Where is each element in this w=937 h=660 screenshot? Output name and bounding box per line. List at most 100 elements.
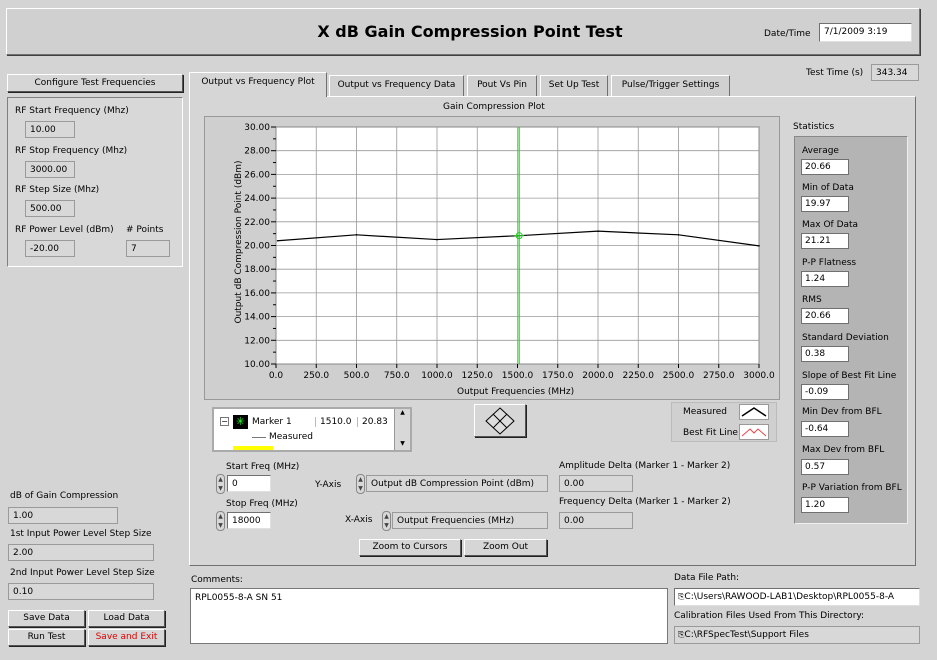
test-time-value: 343.34 — [871, 64, 919, 81]
stat-value-average: 20.66 — [801, 159, 849, 175]
y-tick-label: 12.00 — [244, 336, 270, 346]
data-file-path-field[interactable]: ⎘C:\Users\RAWOOD-LAB1\Desktop\RPL0055-8-… — [674, 588, 920, 606]
stat-label-rms: RMS — [802, 295, 822, 305]
save-data-button[interactable]: Save Data — [8, 610, 85, 627]
gain-compression-chart: 0.0 250.0 500.0 750.0 1000.0 1250.0 1500.0 1750… — [244, 123, 775, 381]
stat-label-max: Max Of Data — [802, 220, 859, 230]
y-tick-label: 22.00 — [244, 218, 270, 228]
db-compression-label: dB of Gain Compression — [10, 491, 119, 501]
cursor-legend: − ✳ Marker 1 1510.0 20.83 Measured — [212, 407, 412, 452]
page-title: X dB Gain Compression Point Test — [317, 22, 623, 41]
tab-set-up-test[interactable]: Set Up Test — [540, 75, 608, 96]
data-file-path-value: C:\Users\RAWOOD-LAB1\Desktop\RPL0055-8-A — [684, 592, 895, 602]
data-point — [276, 239, 279, 242]
x-axis-select[interactable]: Output Frequencies (MHz) — [392, 512, 548, 529]
marker2-row[interactable] — [233, 446, 273, 450]
load-data-button[interactable]: Load Data — [88, 610, 165, 627]
data-point — [597, 230, 599, 232]
x-tick-label: 2750.0 — [703, 371, 735, 381]
y-tick-label: 28.00 — [244, 147, 270, 157]
stop-freq-field[interactable]: 18000 — [227, 512, 271, 529]
stat-label-min-dev: Min Dev from BFL — [802, 407, 882, 417]
step2-label: 2nd Input Power Level Step Size — [10, 568, 155, 578]
step1-field[interactable]: 2.00 — [8, 544, 154, 561]
y-axis-select-label: Y-Axis — [315, 480, 342, 490]
stat-label-min: Min of Data — [802, 183, 854, 193]
rf-step-label: RF Step Size (Mhz) — [15, 185, 100, 195]
marker-cursor-icon: ✳ — [233, 415, 248, 429]
step2-field[interactable]: 0.10 — [8, 583, 154, 600]
rf-power-field[interactable]: -20.00 — [25, 240, 75, 257]
stat-label-slope: Slope of Best Fit Line — [802, 371, 897, 381]
y-axis-select[interactable]: Output dB Compression Point (dBm) — [366, 475, 548, 492]
x-tick-label: 500.0 — [344, 371, 370, 381]
stat-value-std-dev: 0.38 — [801, 346, 849, 362]
points-label: # Points — [126, 225, 164, 235]
start-freq-field[interactable]: 0 — [227, 475, 271, 492]
marker-sub-label: Measured — [269, 432, 313, 442]
calibration-path-value: C:\RFSpecTest\Support Files — [684, 630, 809, 640]
y-tick-label: 10.00 — [244, 360, 270, 370]
collapse-icon[interactable]: − — [220, 417, 229, 426]
data-point — [436, 238, 438, 241]
stat-value-slope: -0.09 — [801, 384, 849, 400]
scroll-up-icon[interactable]: ▲ — [395, 409, 410, 419]
y-axis-label: Output dB Compression Point (dBm) — [234, 160, 244, 324]
stat-value-pp-flatness: 1.24 — [801, 271, 849, 287]
y-tick-label: 26.00 — [244, 170, 270, 180]
x-tick-label: 1000.0 — [421, 371, 453, 381]
frequency-delta-label: Frequency Delta (Marker 1 - Marker 2) — [559, 497, 731, 507]
x-tick-label: 2500.0 — [663, 371, 695, 381]
measured-line-swatch — [252, 437, 266, 438]
x-tick-label: 1750.0 — [542, 371, 574, 381]
stat-value-rms: 20.66 — [801, 308, 849, 324]
scroll-down-icon[interactable]: ▼ — [395, 440, 410, 450]
zoom-out-button[interactable]: Zoom Out — [464, 539, 547, 556]
zoom-to-cursors-button[interactable]: Zoom to Cursors — [359, 539, 461, 556]
rf-step-field[interactable]: 500.00 — [25, 200, 75, 217]
rf-stop-field[interactable]: 3000.00 — [25, 161, 75, 178]
datetime-label: Date/Time — [764, 29, 811, 39]
stat-value-max: 21.21 — [801, 233, 849, 249]
x-axis-select-spinner[interactable]: ▲ ▼ — [382, 511, 391, 531]
pan-navigation-button[interactable] — [474, 404, 526, 437]
tab-pout-vs-pin[interactable]: Pout Vs Pin — [467, 75, 537, 96]
start-freq-label: Start Freq (MHz) — [226, 462, 300, 472]
data-point — [355, 234, 358, 236]
configure-test-frequencies-button[interactable]: Configure Test Frequencies — [7, 74, 183, 92]
points-field: 7 — [126, 240, 170, 257]
datetime-field: 7/1/2009 3:19 — [819, 23, 912, 42]
stop-freq-label: Stop Freq (MHz) — [226, 499, 298, 509]
calibration-path-field: ⎘C:\RFSpecTest\Support Files — [674, 626, 920, 644]
save-and-exit-button[interactable]: Save and Exit — [88, 629, 165, 646]
y-tick-label: 16.00 — [244, 289, 270, 299]
stat-label-std-dev: Standard Deviation — [802, 333, 889, 343]
rf-start-label: RF Start Frequency (Mhz) — [15, 106, 129, 116]
stat-value-min-dev: -0.64 — [801, 421, 849, 437]
legend-measured-swatch — [739, 404, 769, 420]
legend-scrollbar[interactable]: ▲ ▼ — [394, 409, 410, 450]
tab-output-vs-frequency-data[interactable]: Output vs Frequency Data — [329, 75, 464, 96]
start-freq-spinner[interactable]: ▲ ▼ — [216, 474, 225, 494]
stat-value-max-dev: 0.57 — [801, 459, 849, 475]
test-time-label: Test Time (s) — [806, 68, 864, 78]
x-tick-label: 0.0 — [269, 371, 284, 381]
stat-value-min: 19.97 — [801, 196, 849, 212]
tab-output-vs-frequency-plot[interactable]: Output vs Frequency Plot — [189, 72, 327, 97]
y-axis-select-spinner[interactable]: ▲ ▼ — [356, 474, 365, 494]
run-test-button[interactable]: Run Test — [8, 629, 85, 646]
db-compression-field[interactable]: 1.00 — [8, 507, 118, 524]
stat-label-average: Average — [802, 146, 839, 156]
comments-textarea[interactable]: RPL0055-8-A SN 51 — [190, 588, 668, 644]
legend-measured-label: Measured — [683, 407, 727, 417]
legend-bestfit-swatch — [739, 424, 769, 440]
legend-bestfit-label: Best Fit Line — [683, 428, 738, 438]
y-tick-label: 30.00 — [244, 123, 270, 133]
tab-pulse-trigger-settings[interactable]: Pulse/Trigger Settings — [611, 75, 730, 96]
rf-start-field[interactable]: 10.00 — [25, 121, 75, 138]
stat-value-pp-variation: 1.20 — [801, 497, 849, 513]
data-point — [758, 245, 760, 247]
stop-freq-spinner[interactable]: ▲ ▼ — [216, 511, 225, 531]
y-tick-label: 24.00 — [244, 194, 270, 204]
y-tick-label: 20.00 — [244, 242, 270, 252]
